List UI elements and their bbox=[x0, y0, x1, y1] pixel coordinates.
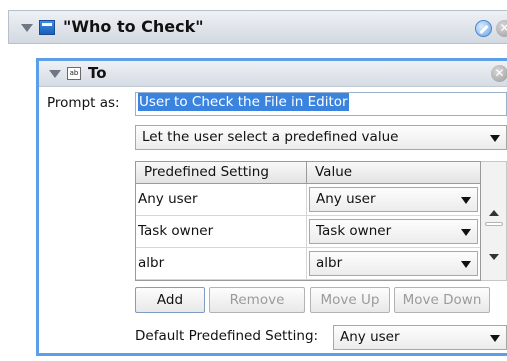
setting-cell[interactable]: albr bbox=[136, 248, 307, 279]
table-header: Predefined Setting Value bbox=[136, 162, 480, 184]
action-header: "Who to Check" ✕ bbox=[8, 10, 507, 44]
prompt-mode-value: Let the user select a predefined value bbox=[142, 129, 399, 145]
move-down-button[interactable]: Move Down bbox=[394, 287, 490, 313]
dropdown-arrow-icon bbox=[461, 196, 471, 204]
move-up-button[interactable]: Move Up bbox=[310, 287, 390, 313]
default-setting-dropdown[interactable]: Any user bbox=[333, 325, 507, 350]
value-dropdown[interactable]: albr bbox=[309, 251, 478, 276]
action-box-icon bbox=[39, 20, 55, 35]
dropdown-arrow-icon bbox=[490, 334, 500, 342]
action-title: "Who to Check" bbox=[63, 17, 204, 36]
column-header-value[interactable]: Value bbox=[307, 162, 480, 183]
scroll-up-arrow-icon[interactable] bbox=[489, 210, 499, 216]
column-header-predefined-setting[interactable]: Predefined Setting bbox=[136, 162, 307, 183]
predefined-settings-table: Predefined Setting Value Any user Any us… bbox=[135, 161, 481, 281]
table-row[interactable]: Task owner Task owner bbox=[136, 216, 480, 248]
setting-cell[interactable]: Task owner bbox=[136, 216, 307, 247]
field-panel: ab To ✕ Prompt as: User to Check the Fil… bbox=[36, 58, 507, 356]
default-setting-value: Any user bbox=[340, 329, 400, 345]
collapse-triangle-icon[interactable] bbox=[49, 70, 61, 78]
scroll-down-arrow-icon[interactable] bbox=[489, 254, 499, 260]
text-field-icon: ab bbox=[67, 67, 81, 80]
table-scrollbar[interactable] bbox=[481, 161, 507, 281]
value-dropdown-text: Task owner bbox=[316, 223, 392, 239]
close-icon[interactable]: ✕ bbox=[491, 65, 507, 82]
field-header: ab To ✕ bbox=[39, 61, 507, 87]
dropdown-arrow-icon bbox=[490, 134, 500, 142]
value-dropdown[interactable]: Any user bbox=[309, 187, 478, 212]
prompt-input-value: User to Check the File in Editor bbox=[138, 93, 349, 111]
dropdown-arrow-icon bbox=[461, 228, 471, 236]
dropdown-arrow-icon bbox=[461, 260, 471, 268]
value-dropdown[interactable]: Task owner bbox=[309, 219, 478, 244]
add-button[interactable]: Add bbox=[135, 287, 205, 313]
table-row[interactable]: albr albr bbox=[136, 248, 480, 280]
collapse-triangle-icon[interactable] bbox=[21, 24, 33, 32]
prompt-mode-dropdown[interactable]: Let the user select a predefined value bbox=[135, 125, 507, 150]
table-row[interactable]: Any user Any user bbox=[136, 184, 480, 216]
value-dropdown-text: Any user bbox=[316, 191, 376, 207]
value-dropdown-text: albr bbox=[316, 255, 343, 271]
edit-icon[interactable] bbox=[475, 20, 492, 37]
field-title: To bbox=[88, 64, 107, 82]
default-setting-label: Default Predefined Setting: bbox=[135, 328, 319, 344]
close-icon[interactable]: ✕ bbox=[496, 20, 507, 37]
prompt-label: Prompt as: bbox=[47, 95, 120, 111]
remove-button[interactable]: Remove bbox=[209, 287, 305, 313]
prompt-input[interactable]: User to Check the File in Editor bbox=[135, 92, 507, 116]
scrollbar-thumb[interactable] bbox=[485, 222, 503, 226]
setting-cell[interactable]: Any user bbox=[136, 184, 307, 215]
